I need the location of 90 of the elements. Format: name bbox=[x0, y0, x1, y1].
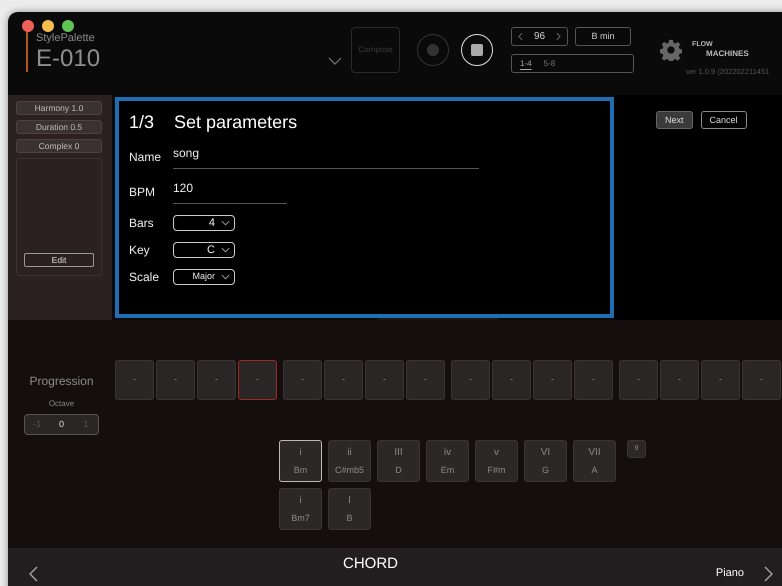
chord-degree: v bbox=[494, 446, 499, 460]
chord-button[interactable]: i Bm7 bbox=[279, 488, 322, 530]
octave-option[interactable]: 0 bbox=[49, 415, 74, 434]
chord-button[interactable]: i Bm bbox=[279, 440, 322, 482]
dropdown-value: 4 bbox=[208, 216, 215, 231]
chord-button[interactable]: I B bbox=[328, 488, 371, 530]
parameter-button[interactable]: Harmony 1.0 bbox=[16, 101, 102, 115]
chord-button[interactable]: ii C#mb5 bbox=[328, 440, 371, 482]
tempo-stepper[interactable]: 96 bbox=[511, 27, 568, 46]
dropdown[interactable]: C bbox=[173, 242, 235, 258]
text-field[interactable]: 120 bbox=[173, 179, 287, 204]
bar-tab[interactable]: 1-4 bbox=[514, 58, 538, 70]
chord-name: Bm bbox=[294, 464, 308, 477]
parameter-button[interactable]: Complex 0 bbox=[16, 139, 102, 153]
key-dropdown[interactable]: B min bbox=[575, 27, 632, 46]
step-counter: 1/3 bbox=[129, 111, 154, 134]
chord-name: Bm7 bbox=[291, 512, 310, 525]
field-label: Bars bbox=[129, 215, 155, 232]
chord-name: G bbox=[542, 464, 549, 477]
chord-name: B bbox=[346, 512, 352, 525]
chord-degree: ii bbox=[347, 446, 352, 460]
parameter-button[interactable]: Duration 0.5 bbox=[16, 120, 102, 134]
chevron-right-icon[interactable] bbox=[556, 32, 562, 41]
style-name: E-010 bbox=[36, 45, 100, 73]
stop-button[interactable] bbox=[461, 34, 494, 66]
chord-degree: iv bbox=[444, 446, 452, 460]
progression-slot[interactable]: - bbox=[701, 360, 740, 400]
chord-name: F#m bbox=[488, 464, 506, 477]
progression-slot[interactable]: - bbox=[406, 360, 445, 400]
progression-slot[interactable]: - bbox=[365, 360, 404, 400]
window-control[interactable] bbox=[42, 20, 54, 32]
progression-slot[interactable]: - bbox=[115, 360, 154, 400]
section-title: CHORD bbox=[343, 554, 398, 574]
text-field[interactable]: song bbox=[173, 144, 479, 169]
chevron-right-icon[interactable] bbox=[764, 566, 774, 582]
octave-label: Octave bbox=[48, 398, 74, 410]
chevron-left-icon[interactable] bbox=[518, 32, 524, 41]
logo-text: MACHINES bbox=[706, 49, 750, 58]
chord-button[interactable]: VII A bbox=[573, 440, 616, 482]
settings-icon[interactable] bbox=[660, 39, 682, 61]
progression-slot[interactable]: - bbox=[660, 360, 699, 400]
edit-button[interactable]: Edit bbox=[24, 253, 94, 267]
field-label: Key bbox=[129, 242, 151, 259]
chord-name: C#mb5 bbox=[334, 464, 364, 477]
progression-label: Progression bbox=[29, 373, 94, 390]
chord-button[interactable]: III D bbox=[377, 440, 420, 482]
chord-degree: VI bbox=[540, 446, 550, 460]
progression-slot[interactable]: - bbox=[451, 360, 490, 400]
chord-degree: VII bbox=[588, 446, 601, 460]
chord-name: A bbox=[591, 464, 598, 477]
progression-slot[interactable]: - bbox=[324, 360, 363, 400]
chevron-down-icon[interactable] bbox=[328, 56, 342, 66]
chevron-down-icon bbox=[221, 247, 230, 253]
field-label: Name bbox=[129, 148, 162, 166]
progression-slot[interactable]: - bbox=[574, 360, 613, 400]
cancel-button[interactable]: Cancel bbox=[700, 111, 747, 129]
chord-degree: III bbox=[394, 446, 403, 460]
chord-button[interactable]: iv Em bbox=[426, 440, 469, 482]
chord-degree: I bbox=[348, 494, 351, 508]
chord-name: D bbox=[395, 464, 402, 477]
progression-slot[interactable]: - bbox=[156, 360, 195, 400]
progression-slot[interactable]: - bbox=[283, 360, 322, 400]
chevron-left-icon[interactable] bbox=[28, 566, 38, 582]
window-control[interactable] bbox=[22, 20, 34, 32]
field-label: Scale bbox=[129, 269, 160, 286]
window-control[interactable] bbox=[62, 20, 74, 32]
tempo-value: 96 bbox=[534, 30, 546, 44]
progression-slot[interactable]: - bbox=[533, 360, 572, 400]
chord-name: Em bbox=[440, 464, 454, 477]
bar-tab[interactable]: 5-8 bbox=[538, 58, 562, 70]
progression-slot[interactable]: - bbox=[619, 360, 658, 400]
dropdown[interactable]: 4 bbox=[173, 215, 235, 231]
chord-button[interactable]: v F#m bbox=[475, 440, 518, 482]
dropdown-value: C bbox=[207, 242, 215, 258]
dropdown[interactable]: Major bbox=[173, 269, 235, 285]
chord-degree: i bbox=[299, 494, 302, 508]
dropdown-value: Major bbox=[192, 270, 215, 284]
progression-slot[interactable]: - bbox=[492, 360, 531, 400]
instrument-label: Piano bbox=[716, 566, 744, 581]
chord-button[interactable]: VI G bbox=[524, 440, 567, 482]
progression-slot[interactable]: - bbox=[197, 360, 236, 400]
dialog-title: Set parameters bbox=[174, 111, 298, 134]
chevron-down-icon bbox=[221, 220, 230, 226]
field-label: BPM bbox=[129, 184, 156, 200]
next-button[interactable]: Next bbox=[656, 111, 693, 129]
progression-slot[interactable]: - bbox=[238, 360, 277, 400]
app-name: StylePalette bbox=[36, 32, 96, 45]
chord-degree: i bbox=[299, 446, 302, 460]
chevron-down-icon bbox=[221, 274, 230, 280]
progression-slot[interactable]: - bbox=[742, 360, 781, 400]
